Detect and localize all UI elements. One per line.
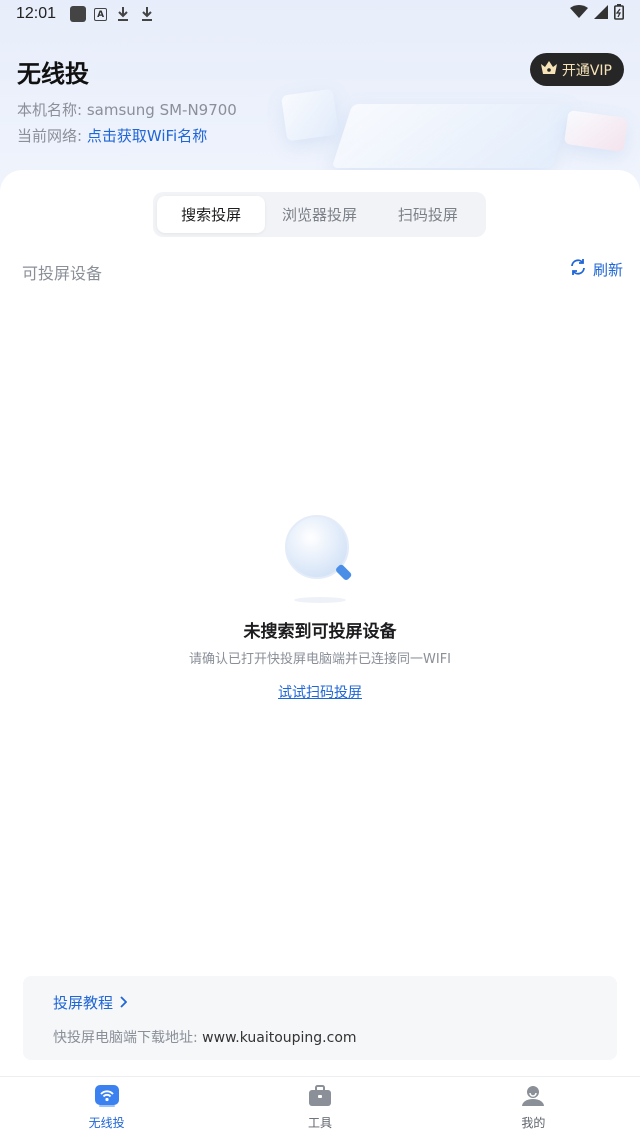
nav-label: 工具 xyxy=(307,1116,332,1130)
toolbox-icon xyxy=(307,1084,333,1111)
devices-section-label: 可投屏设备 xyxy=(22,264,103,283)
app-square-icon xyxy=(70,6,87,22)
nav-item-wireless-cast[interactable]: 无线投 xyxy=(0,1077,213,1138)
try-scan-cast-link-label: 试试扫码投屏 xyxy=(278,685,362,701)
nav-label: 我的 xyxy=(521,1116,546,1130)
app-a-icon: A xyxy=(94,7,108,21)
empty-state-title: 未搜索到可投屏设备 xyxy=(243,622,397,642)
download-url[interactable]: www.kuaitouping.com xyxy=(202,1030,356,1046)
status-time: 12:01 xyxy=(16,5,57,22)
download-icon xyxy=(115,6,131,22)
get-wifi-name-link[interactable]: 点击获取WiFi名称 xyxy=(87,127,207,145)
device-name-row: 本机名称: samsung SM-N9700 xyxy=(17,99,237,120)
decorative-cube xyxy=(281,88,339,142)
decorative-slab xyxy=(331,104,573,168)
wifi-icon xyxy=(570,5,588,23)
bottom-nav: 无线投 工具 我的 xyxy=(0,1076,640,1138)
magnifier-illustration-icon xyxy=(280,512,360,608)
nav-item-profile[interactable]: 我的 xyxy=(427,1077,640,1138)
network-row: 当前网络: 点击获取WiFi名称 xyxy=(17,125,207,146)
decorative-cube xyxy=(563,109,629,153)
device-name-value: samsung SM-N9700 xyxy=(86,101,237,119)
status-bar: 12:01 A xyxy=(0,0,640,28)
crown-icon xyxy=(540,60,558,80)
tutorial-link[interactable]: 投屏教程 xyxy=(53,992,587,1013)
download-address-row: 快投屏电脑端下载地址: www.kuaitouping.com xyxy=(53,1027,587,1047)
vip-button-label: 开通VIP xyxy=(561,62,612,79)
tutorial-card: 投屏教程 快投屏电脑端下载地址: www.kuaitouping.com xyxy=(23,976,617,1060)
tab-search-cast[interactable]: 搜索投屏 xyxy=(157,196,266,233)
profile-icon xyxy=(520,1084,546,1111)
page-title: 无线投 xyxy=(17,61,89,88)
network-label: 当前网络: xyxy=(17,127,83,145)
signal-icon xyxy=(594,5,608,23)
vip-button[interactable]: 开通VIP xyxy=(529,53,624,86)
refresh-button[interactable]: 刷新 xyxy=(569,258,623,280)
tutorial-link-label: 投屏教程 xyxy=(53,994,114,1012)
battery-icon xyxy=(614,4,624,24)
chevron-right-icon xyxy=(119,994,128,1012)
cast-mode-tabs: 搜索投屏 浏览器投屏 扫码投屏 xyxy=(153,192,486,237)
cast-wifi-icon xyxy=(94,1084,120,1111)
device-name-label: 本机名称: xyxy=(17,101,83,119)
refresh-label: 刷新 xyxy=(592,260,623,279)
nav-label: 无线投 xyxy=(88,1116,125,1130)
tab-scan-cast[interactable]: 扫码投屏 xyxy=(374,196,482,233)
try-scan-cast-link[interactable]: 试试扫码投屏 xyxy=(0,682,640,702)
refresh-icon xyxy=(569,258,587,280)
nav-item-tools[interactable]: 工具 xyxy=(213,1077,426,1138)
tab-browser-cast[interactable]: 浏览器投屏 xyxy=(265,196,373,233)
download-icon xyxy=(139,6,155,22)
empty-state-description: 请确认已打开快投屏电脑端并已连接同一WIFI xyxy=(189,652,451,667)
download-address-label: 快投屏电脑端下载地址: xyxy=(53,1030,198,1046)
